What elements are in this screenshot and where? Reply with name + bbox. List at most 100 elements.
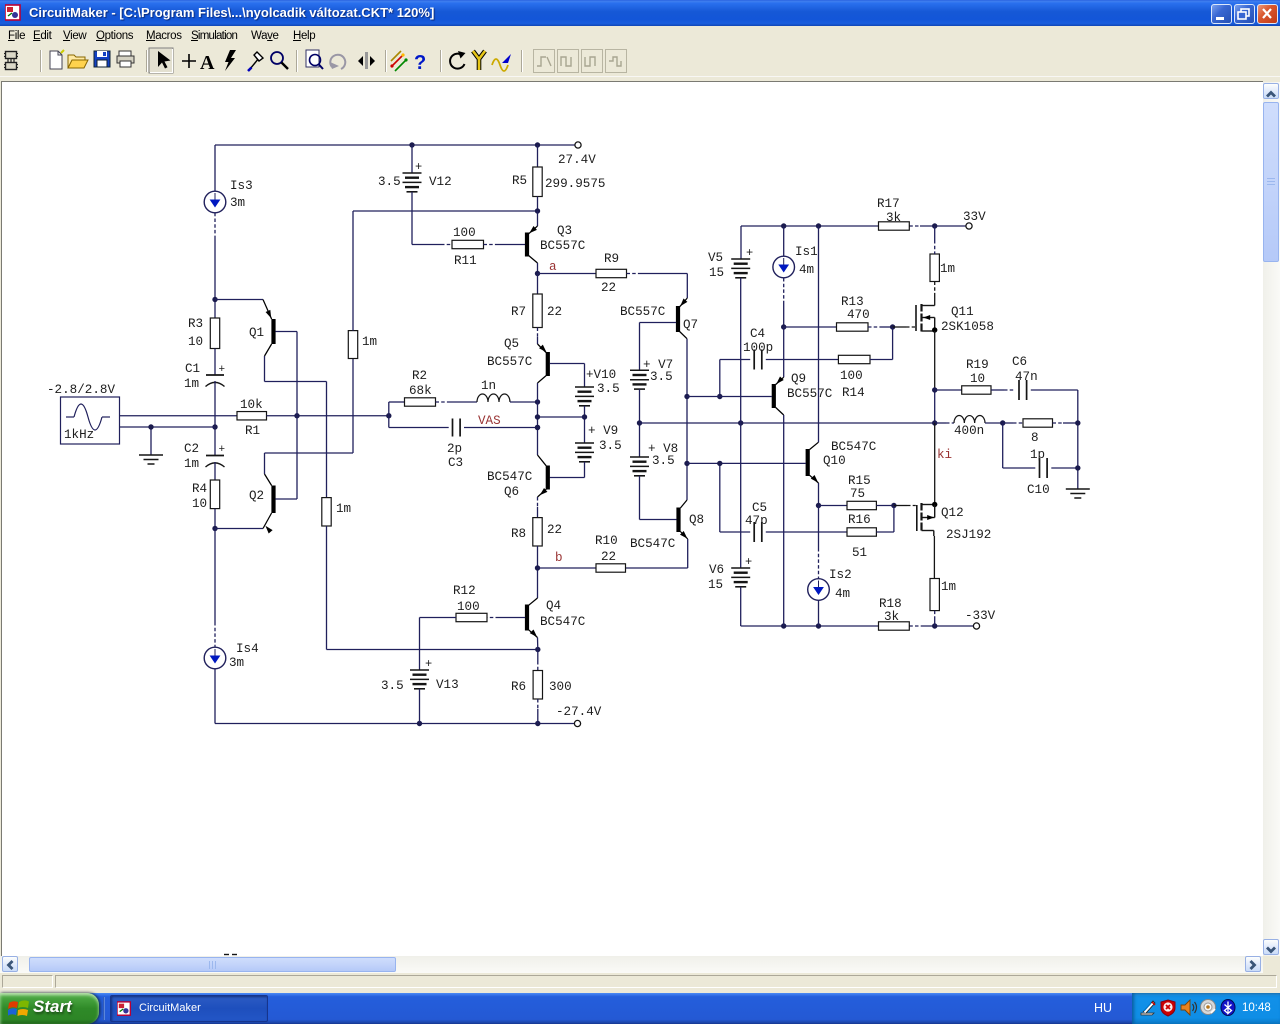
svg-text:4m: 4m <box>835 587 850 601</box>
svg-text:BC557C: BC557C <box>487 355 533 369</box>
svg-text:+: + <box>219 444 226 456</box>
svg-text:R17: R17 <box>877 197 900 211</box>
svg-text:2SK1058: 2SK1058 <box>941 320 994 334</box>
svg-text:300: 300 <box>549 680 572 694</box>
svg-text:3.5: 3.5 <box>381 679 404 693</box>
svg-text:C6: C6 <box>1012 355 1027 369</box>
svg-text:C10: C10 <box>1027 483 1050 497</box>
svg-text:15: 15 <box>708 578 723 592</box>
svg-text:27.4V: 27.4V <box>558 153 596 167</box>
svg-text:+ V9: + V9 <box>588 424 618 438</box>
svg-text:68k: 68k <box>409 384 432 398</box>
svg-text:V5: V5 <box>708 251 723 265</box>
svg-text:22: 22 <box>547 305 562 319</box>
svg-text:R12: R12 <box>453 584 476 598</box>
svg-text:a: a <box>549 260 557 274</box>
svg-text:3.5: 3.5 <box>597 382 620 396</box>
svg-text:R7: R7 <box>511 305 526 319</box>
svg-text:3m: 3m <box>229 656 244 670</box>
svg-text:R9: R9 <box>604 252 619 266</box>
svg-text:R18: R18 <box>879 597 902 611</box>
svg-text:R11: R11 <box>454 254 477 268</box>
svg-text:1m: 1m <box>940 262 955 276</box>
svg-text:R19: R19 <box>966 358 989 372</box>
svg-text:R4: R4 <box>192 482 207 496</box>
svg-text:22: 22 <box>601 550 616 564</box>
svg-text:Q12: Q12 <box>941 506 964 520</box>
svg-text:+: + <box>745 555 752 569</box>
svg-text:C1: C1 <box>185 362 200 376</box>
svg-text:Q6: Q6 <box>504 485 519 499</box>
svg-text:V12: V12 <box>429 175 452 189</box>
svg-text:Q2: Q2 <box>249 489 264 503</box>
svg-text:Is2: Is2 <box>829 568 852 582</box>
svg-text:33V: 33V <box>963 210 986 224</box>
svg-text:Is4: Is4 <box>236 642 259 656</box>
svg-text:100p: 100p <box>743 341 773 355</box>
svg-text:+: + <box>746 246 753 260</box>
svg-text:R6: R6 <box>511 680 526 694</box>
svg-text:47p: 47p <box>745 514 768 528</box>
svg-text:R10: R10 <box>595 534 618 548</box>
svg-text:R1: R1 <box>245 424 260 438</box>
svg-text:V13: V13 <box>436 678 459 692</box>
svg-text:ki: ki <box>937 448 952 462</box>
svg-text:Q5: Q5 <box>504 337 519 351</box>
svg-text:BC557C: BC557C <box>540 239 586 253</box>
svg-text:4m: 4m <box>799 263 814 277</box>
svg-text:BC547C: BC547C <box>540 615 586 629</box>
svg-text:3.5: 3.5 <box>650 370 673 384</box>
svg-text:299.9575: 299.9575 <box>545 177 605 191</box>
svg-text:R15: R15 <box>848 474 871 488</box>
svg-text:470: 470 <box>847 308 870 322</box>
svg-text:2SJ192: 2SJ192 <box>946 528 991 542</box>
svg-text:1p: 1p <box>1030 448 1045 462</box>
svg-text:Q7: Q7 <box>683 318 698 332</box>
svg-text:VAS: VAS <box>478 414 501 428</box>
svg-text:2p: 2p <box>447 442 462 456</box>
svg-text:BC557C: BC557C <box>787 387 833 401</box>
svg-text:400n: 400n <box>954 424 984 438</box>
svg-text:Q10: Q10 <box>823 454 846 468</box>
svg-text:BC547C: BC547C <box>831 440 877 454</box>
svg-text:1m: 1m <box>362 335 377 349</box>
svg-text:+: + <box>425 657 432 671</box>
svg-text:1n: 1n <box>481 379 496 393</box>
svg-text:100: 100 <box>457 600 480 614</box>
svg-text:C3: C3 <box>448 456 463 470</box>
svg-text:R8: R8 <box>511 527 526 541</box>
svg-text:1m: 1m <box>184 457 199 471</box>
svg-text:R14: R14 <box>842 386 865 400</box>
svg-text:1m: 1m <box>184 377 199 391</box>
svg-text:100: 100 <box>453 226 476 240</box>
svg-text:10: 10 <box>192 497 207 511</box>
svg-text:R2: R2 <box>412 369 427 383</box>
svg-text:3.5: 3.5 <box>378 175 401 189</box>
svg-text:Q3: Q3 <box>557 224 572 238</box>
svg-text:47n: 47n <box>1015 370 1038 384</box>
svg-text:3m: 3m <box>230 196 245 210</box>
svg-text:3k: 3k <box>886 211 901 225</box>
svg-text:BC547C: BC547C <box>487 470 533 484</box>
svg-text:1kHz: 1kHz <box>64 428 94 442</box>
svg-text:+V10: +V10 <box>586 368 616 382</box>
svg-text:3.5: 3.5 <box>599 439 622 453</box>
svg-text:1m: 1m <box>336 502 351 516</box>
svg-text:R3: R3 <box>188 317 203 331</box>
svg-text:22: 22 <box>547 523 562 537</box>
svg-text:100: 100 <box>840 369 863 383</box>
svg-text:BC547C: BC547C <box>630 537 676 551</box>
svg-text:-27.4V: -27.4V <box>556 705 602 719</box>
svg-text:15: 15 <box>709 266 724 280</box>
svg-text:V6: V6 <box>709 563 724 577</box>
svg-text:Q11: Q11 <box>951 305 974 319</box>
svg-text:10: 10 <box>188 335 203 349</box>
svg-text:Is1: Is1 <box>795 245 818 259</box>
svg-text:R5: R5 <box>512 174 527 188</box>
svg-text:+: + <box>219 364 226 376</box>
svg-text:C5: C5 <box>752 501 767 515</box>
svg-text:R13: R13 <box>841 295 864 309</box>
svg-text:3k: 3k <box>884 610 899 624</box>
svg-text:10: 10 <box>970 372 985 386</box>
svg-text:Q4: Q4 <box>546 599 561 613</box>
